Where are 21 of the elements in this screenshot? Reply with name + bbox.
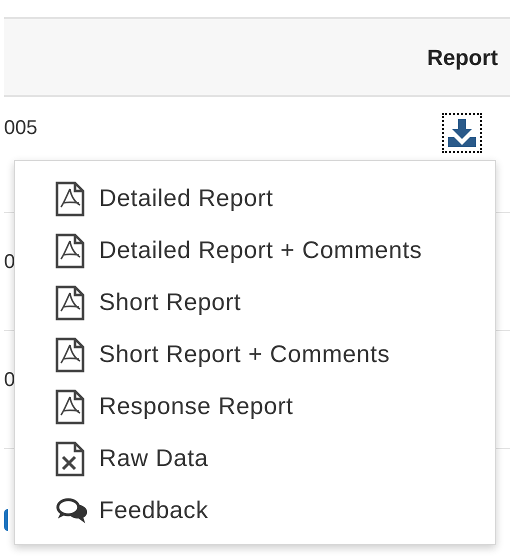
table-cell-text: 005	[4, 116, 38, 141]
pdf-file-icon	[55, 389, 85, 425]
menu-item[interactable]: Short Report + Comments	[55, 329, 495, 381]
speech-bubbles-icon	[55, 496, 89, 526]
table-cell-text: 0	[4, 250, 16, 275]
menu-item[interactable]: Raw Data	[55, 433, 495, 485]
pdf-file-icon	[55, 181, 85, 217]
menu-item[interactable]: Detailed Report + Comments	[55, 225, 495, 277]
menu-item[interactable]: Feedback	[55, 485, 495, 537]
table-cell-text: 0	[4, 368, 16, 393]
pdf-file-icon	[55, 285, 85, 321]
pdf-file-icon	[55, 337, 85, 373]
button-edge	[4, 509, 8, 531]
column-header: Report	[427, 44, 498, 72]
download-button[interactable]	[442, 113, 482, 153]
menu-item[interactable]: Detailed Report	[55, 173, 495, 225]
menu-item[interactable]: Response Report	[55, 381, 495, 433]
menu-item[interactable]: Short Report	[55, 277, 495, 329]
excel-file-icon	[55, 441, 85, 477]
pdf-file-icon	[55, 233, 85, 269]
download-icon	[446, 117, 478, 149]
